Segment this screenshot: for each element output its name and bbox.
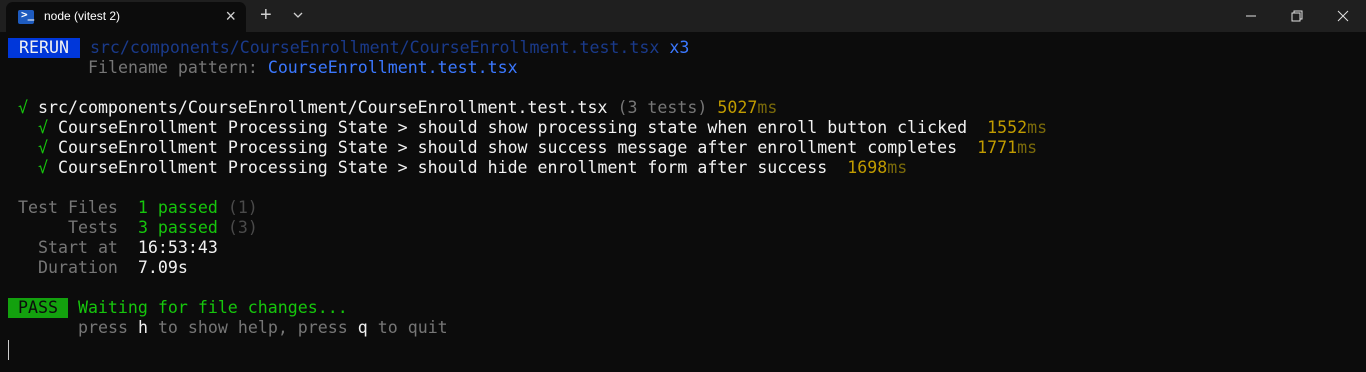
rerun-badge: RERUN bbox=[8, 38, 80, 58]
status-line: PASS Waiting for file changes... bbox=[8, 298, 348, 318]
test-time-unit: ms bbox=[1017, 138, 1038, 157]
help-text: to quit bbox=[367, 318, 448, 337]
check-icon: √ bbox=[38, 158, 48, 177]
test-row: √ CourseEnrollment Processing State > sh… bbox=[38, 118, 1047, 138]
help-text: press bbox=[78, 318, 138, 337]
help-line: press h to show help, press q to quit bbox=[78, 318, 448, 338]
chevron-down-icon[interactable] bbox=[290, 7, 306, 23]
test-name: CourseEnrollment Processing State > shou… bbox=[58, 118, 968, 137]
summary-duration: Duration 7.09s bbox=[38, 258, 188, 278]
suite-file: src/components/CourseEnrollment/CourseEn… bbox=[38, 98, 608, 117]
quit-key-q: q bbox=[357, 318, 368, 337]
test-name: CourseEnrollment Processing State > shou… bbox=[58, 158, 828, 177]
summary-start-label: Start at bbox=[38, 238, 118, 257]
test-name: CourseEnrollment Processing State > shou… bbox=[58, 138, 958, 157]
rerun-line: RERUN src/components/CourseEnrollment/Co… bbox=[8, 38, 689, 58]
suite-test-count: (3 tests) bbox=[617, 98, 708, 117]
test-time: 1771 bbox=[977, 138, 1018, 157]
pattern-label: Filename pattern: bbox=[88, 58, 268, 77]
summary-duration-value: 7.09s bbox=[137, 258, 188, 277]
new-tab-icon[interactable]: + bbox=[260, 3, 272, 27]
text-cursor bbox=[8, 340, 9, 360]
summary-files-value: 1 passed bbox=[137, 198, 218, 217]
check-icon: √ bbox=[38, 138, 48, 157]
terminal-tab[interactable]: >_ node (vitest 2) × bbox=[6, 2, 246, 32]
rerun-count: x3 bbox=[669, 38, 690, 57]
check-icon: √ bbox=[38, 118, 48, 137]
summary-tests-label: Tests bbox=[68, 218, 118, 237]
powershell-icon: >_ bbox=[18, 8, 34, 24]
test-row: √ CourseEnrollment Processing State > sh… bbox=[38, 158, 907, 178]
pattern-value: CourseEnrollment.test.tsx bbox=[267, 58, 518, 77]
suite-time-unit: ms bbox=[757, 98, 778, 117]
pass-badge: PASS bbox=[8, 298, 68, 318]
summary-tests-count: (3) bbox=[227, 218, 258, 237]
suite-time: 5027 bbox=[717, 98, 758, 117]
suite-line: √ src/components/CourseEnrollment/Course… bbox=[18, 98, 777, 118]
restore-icon[interactable] bbox=[1274, 0, 1320, 32]
test-time: 1698 bbox=[847, 158, 888, 177]
title-bar: >_ node (vitest 2) × + bbox=[0, 0, 1366, 32]
test-time-unit: ms bbox=[887, 158, 908, 177]
summary-start: Start at 16:53:43 bbox=[38, 238, 218, 258]
tab-title: node (vitest 2) bbox=[44, 9, 121, 23]
filename-pattern-line: Filename pattern: CourseEnrollment.test.… bbox=[88, 58, 518, 78]
help-key-h: h bbox=[137, 318, 148, 337]
summary-files-label: Test Files bbox=[18, 198, 118, 217]
status-message: Waiting for file changes... bbox=[77, 298, 348, 317]
help-text: to show help, press bbox=[147, 318, 358, 337]
rerun-path: src/components/CourseEnrollment/CourseEn… bbox=[89, 38, 660, 57]
close-window-icon[interactable] bbox=[1320, 0, 1366, 32]
test-time: 1552 bbox=[987, 118, 1028, 137]
close-tab-icon[interactable]: × bbox=[225, 6, 236, 26]
terminal-output[interactable]: RERUN src/components/CourseEnrollment/Co… bbox=[0, 38, 1366, 372]
test-time-unit: ms bbox=[1027, 118, 1048, 137]
check-icon: √ bbox=[18, 98, 28, 117]
summary-files-count: (1) bbox=[227, 198, 258, 217]
summary-tests-value: 3 passed bbox=[137, 218, 218, 237]
minimize-icon[interactable] bbox=[1228, 0, 1274, 32]
test-row: √ CourseEnrollment Processing State > sh… bbox=[38, 138, 1037, 158]
summary-start-value: 16:53:43 bbox=[137, 238, 218, 257]
summary-tests: Tests 3 passed (3) bbox=[68, 218, 258, 238]
summary-files: Test Files 1 passed (1) bbox=[18, 198, 258, 218]
summary-duration-label: Duration bbox=[38, 258, 118, 277]
